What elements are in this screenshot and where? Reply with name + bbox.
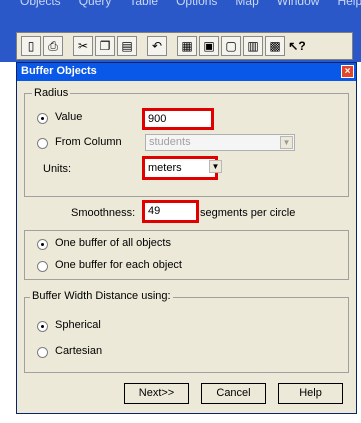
from-column-label: From Column (55, 136, 122, 148)
copy-icon[interactable]: ❐ (95, 36, 115, 56)
app-menubar: Objects Query Table Options Map Window H… (0, 0, 361, 24)
close-icon[interactable]: × (341, 65, 354, 78)
cut-icon[interactable]: ✂ (73, 36, 93, 56)
map-window-icon[interactable]: ▣ (199, 36, 219, 56)
menu-options[interactable]: Options (176, 0, 217, 8)
value-radio[interactable] (37, 113, 48, 124)
value-input[interactable]: 900 (142, 108, 214, 130)
value-label: Value (55, 111, 83, 123)
one-buffer-all-label: One buffer of all objects (55, 237, 171, 249)
width-distance-legend: Buffer Width Distance using: (30, 290, 173, 302)
cartesian-radio[interactable] (37, 347, 48, 358)
paste-icon[interactable]: ▤ (117, 36, 137, 56)
browser-icon[interactable]: ▦ (177, 36, 197, 56)
next-button[interactable]: Next>> (124, 383, 189, 404)
smoothness-suffix: segments per circle (200, 207, 296, 219)
from-column-value: students (149, 136, 191, 148)
units-label: Units: (43, 163, 72, 175)
units-chevron-down-icon[interactable]: ▼ (209, 160, 222, 173)
units-value: meters (148, 162, 182, 174)
one-buffer-each-radio[interactable] (37, 261, 48, 272)
menu-objects[interactable]: Objects (20, 0, 61, 8)
buffer-objects-dialog: Buffer Objects × Radius Value 900 From C… (16, 62, 357, 414)
width-distance-group (24, 297, 349, 373)
print-icon[interactable]: ⎙ (43, 36, 63, 56)
from-column-select[interactable]: students ▼ (145, 134, 295, 151)
one-buffer-each-label: One buffer for each object (55, 259, 182, 271)
help-pointer-icon[interactable]: ↖? (287, 36, 307, 56)
menu-map[interactable]: Map (235, 0, 258, 8)
toolbar: ▯ ⎙ ✂ ❐ ▤ ↶ ▦ ▣ ▢ ▥ ▩ ↖? (16, 32, 353, 60)
spherical-radio[interactable] (37, 321, 48, 332)
redistrict-icon[interactable]: ▩ (265, 36, 285, 56)
window-icon[interactable]: ▯ (21, 36, 41, 56)
from-column-radio[interactable] (37, 138, 48, 149)
layout-icon[interactable]: ▢ (221, 36, 241, 56)
dialog-title: Buffer Objects (21, 65, 97, 77)
menu-table[interactable]: Table (129, 0, 158, 8)
menu-query[interactable]: Query (79, 0, 112, 8)
cartesian-label: Cartesian (55, 345, 103, 357)
chevron-down-icon[interactable]: ▼ (280, 136, 293, 149)
smoothness-input[interactable]: 49 (142, 200, 199, 223)
radius-legend: Radius (32, 87, 71, 99)
undo-icon[interactable]: ↶ (147, 36, 167, 56)
one-buffer-all-radio[interactable] (37, 239, 48, 250)
menu-row: Objects Query Table Options Map Window H… (20, 0, 361, 8)
menu-help[interactable]: Help (337, 0, 361, 8)
cancel-button[interactable]: Cancel (201, 383, 266, 404)
spherical-label: Spherical (55, 319, 101, 331)
help-button[interactable]: Help (278, 383, 343, 404)
smoothness-label: Smoothness: (71, 207, 136, 219)
menu-window[interactable]: Window (277, 0, 320, 8)
dialog-titlebar[interactable]: Buffer Objects × (17, 63, 356, 81)
units-select[interactable]: meters (142, 156, 218, 180)
graph-icon[interactable]: ▥ (243, 36, 263, 56)
